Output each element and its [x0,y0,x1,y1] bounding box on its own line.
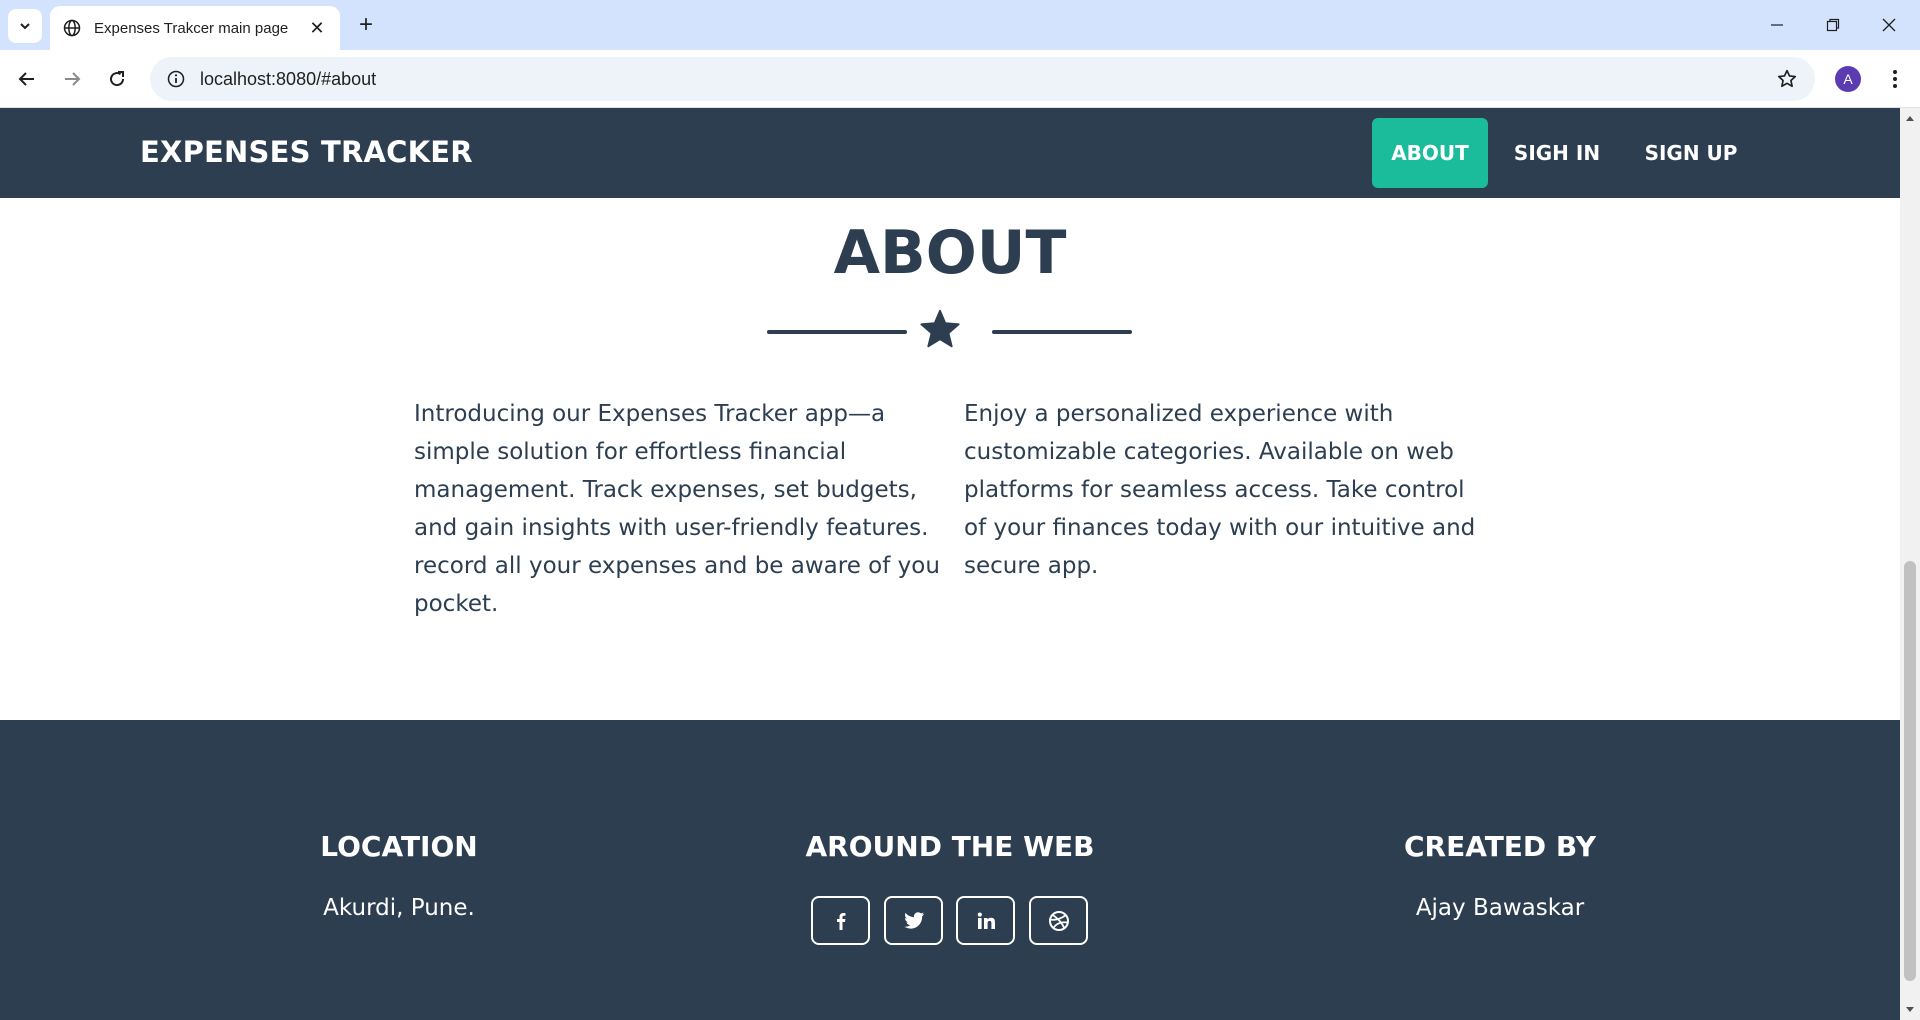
close-tab-icon[interactable]: ✕ [306,17,328,39]
browser-tab[interactable]: Expenses Trakcer main page ✕ [50,6,340,50]
nav-sign-up[interactable]: SIGN UP [1636,118,1746,188]
new-tab-button[interactable]: + [352,11,380,39]
reload-icon [110,71,125,87]
site-navbar: EXPENSES TRACKER ABOUT SIGH IN SIGN UP [0,108,1900,198]
restore-button[interactable] [1810,0,1856,50]
divider-line-right [992,330,1132,334]
nav-sign-in[interactable]: SIGH IN [1505,118,1609,188]
tab-title: Expenses Trakcer main page [94,19,289,37]
scrollbar-thumb[interactable] [1904,561,1916,981]
nav-about[interactable]: ABOUT [1372,118,1488,188]
browser-toolbar: localhost:8080/#about A [0,50,1920,108]
minimize-button[interactable] [1754,0,1800,50]
about-paragraph-left: Introducing our Expenses Tracker app—a s… [414,401,940,617]
scroll-up-arrow-icon[interactable] [1900,108,1920,128]
star-icon [920,309,960,348]
site-footer: LOCATION Akurdi, Pune. AROUND THE WEB CR… [0,720,1900,1020]
back-button[interactable] [10,62,44,96]
kebab-menu-icon [1893,70,1897,88]
reload-button[interactable] [100,62,134,96]
dribbble-icon [1048,910,1069,931]
globe-icon [62,18,82,38]
close-window-button[interactable] [1866,0,1912,50]
about-paragraph-right: Enjoy a personalized experience with cus… [964,401,1476,579]
back-arrow-icon [18,72,34,86]
tab-search-button[interactable] [8,9,42,43]
dribbble-button[interactable] [1029,896,1088,945]
forward-arrow-icon [65,72,81,86]
linkedin-icon [977,912,995,929]
browser-tab-bar: Expenses Trakcer main page ✕ + [0,0,1920,50]
footer-created-text: Ajay Bawaskar [1415,895,1585,921]
restore-icon [1826,18,1840,32]
footer-created-heading: CREATED BY [1403,830,1597,863]
divider-line-left [767,330,907,334]
chevron-down-icon [20,23,30,30]
page-viewport: EXPENSES TRACKER ABOUT SIGH IN SIGN UP A… [0,108,1900,1020]
footer-location-text: Akurdi, Pune. [323,895,475,921]
browser-menu-button[interactable] [1880,64,1910,94]
profile-avatar[interactable]: A [1835,66,1861,92]
footer-location-heading: LOCATION [320,830,478,863]
minimize-icon [1771,24,1783,26]
close-icon [1882,18,1896,32]
facebook-button[interactable] [811,896,870,945]
site-brand[interactable]: EXPENSES TRACKER [140,135,473,169]
about-heading: ABOUT [833,218,1067,288]
footer-web-heading: AROUND THE WEB [805,830,1095,863]
forward-button[interactable] [55,62,89,96]
site-info-icon[interactable] [164,67,188,91]
facebook-icon [836,912,845,930]
url-text[interactable]: localhost:8080/#about [200,69,376,90]
address-bar[interactable]: localhost:8080/#about [150,57,1815,101]
page-scrollbar[interactable] [1900,108,1920,1020]
bookmark-star-icon[interactable] [1773,65,1801,93]
twitter-button[interactable] [884,896,943,945]
twitter-icon [903,911,924,929]
scroll-down-arrow-icon[interactable] [1900,1000,1920,1020]
linkedin-button[interactable] [956,896,1015,945]
